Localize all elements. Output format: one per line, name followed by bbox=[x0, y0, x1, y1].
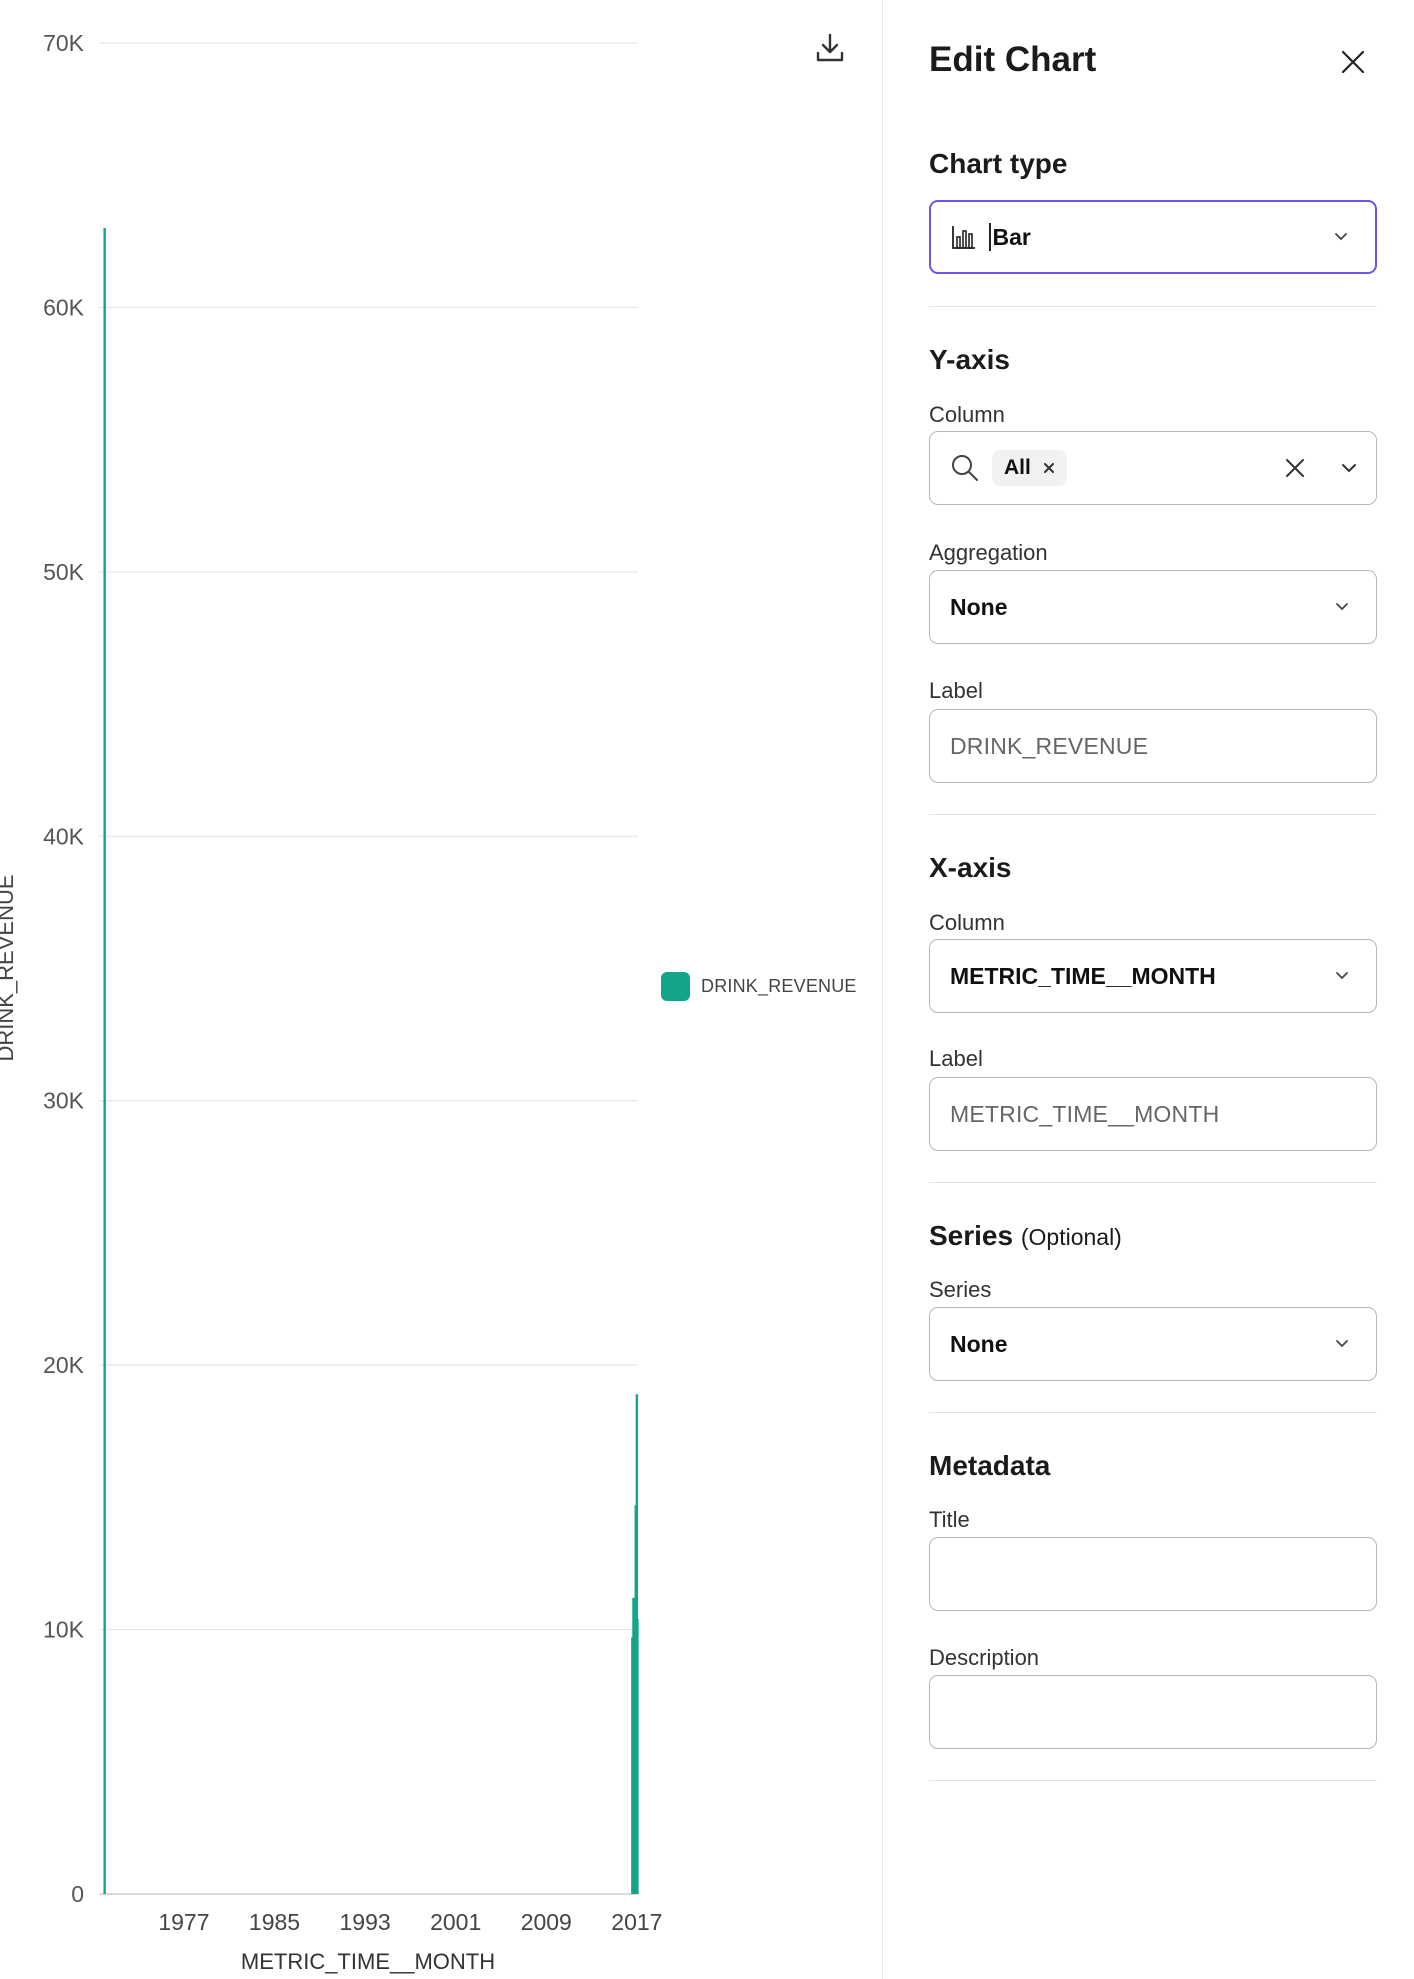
edit-chart-panel: Edit Chart Chart type Bar Y-axis Column … bbox=[882, 0, 1414, 1979]
download-icon bbox=[816, 33, 844, 62]
y-column-label: Column bbox=[929, 402, 1005, 427]
chart-type-select[interactable]: Bar bbox=[929, 200, 1377, 274]
legend-label: DRINK_REVENUE bbox=[701, 976, 857, 996]
title-label: Title bbox=[929, 1507, 970, 1532]
series-heading: Series (Optional) bbox=[929, 1220, 1122, 1252]
x-column-select[interactable]: METRIC_TIME__MONTH bbox=[929, 939, 1377, 1013]
x-column-value: METRIC_TIME__MONTH bbox=[950, 962, 1216, 989]
close-icon bbox=[1341, 50, 1365, 74]
y-label-label: Label bbox=[929, 678, 983, 703]
panel-title: Edit Chart bbox=[929, 40, 1097, 79]
legend-swatch bbox=[661, 972, 690, 1001]
divider bbox=[929, 306, 1377, 307]
x-label-placeholder: METRIC_TIME__MONTH bbox=[950, 1100, 1220, 1127]
chevron-down-icon bbox=[1336, 603, 1348, 611]
y-tick-label: 60K bbox=[43, 294, 85, 320]
y-tick-label: 40K bbox=[43, 823, 85, 849]
chevron-down-icon bbox=[1336, 1340, 1348, 1348]
chevron-down-icon bbox=[1336, 972, 1348, 980]
clear-icon[interactable] bbox=[1284, 457, 1306, 479]
x-column-label: Column bbox=[929, 910, 1005, 935]
x-label-label: Label bbox=[929, 1046, 983, 1071]
divider bbox=[929, 814, 1377, 815]
chart-type-heading: Chart type bbox=[929, 148, 1068, 179]
x-tick-label: 1985 bbox=[249, 1909, 300, 1935]
y-label-placeholder: DRINK_REVENUE bbox=[950, 732, 1149, 759]
column-chip-label: All bbox=[1004, 456, 1031, 479]
bar bbox=[103, 228, 106, 1895]
text-cursor bbox=[989, 223, 991, 251]
series-optional-tag: (Optional) bbox=[1020, 1224, 1122, 1250]
chart-area: 0 10K 20K 30K 40K 50K 60K 70K 1977 1985 1993 2001 20… bbox=[0, 0, 882, 1979]
y-axis-heading: Y-axis bbox=[929, 344, 1010, 375]
series-value: None bbox=[950, 1330, 1008, 1357]
series-select[interactable]: None bbox=[929, 1307, 1377, 1381]
close-button[interactable] bbox=[1333, 42, 1373, 82]
title-input[interactable] bbox=[929, 1537, 1377, 1611]
y-tick-label: 20K bbox=[43, 1352, 85, 1378]
x-tick-label: 2001 bbox=[430, 1909, 481, 1935]
y-label-input[interactable]: DRINK_REVENUE bbox=[929, 709, 1377, 783]
bar-chart-icon bbox=[952, 226, 975, 249]
y-column-select[interactable]: All bbox=[929, 431, 1377, 505]
divider bbox=[929, 1182, 1377, 1183]
metadata-heading: Metadata bbox=[929, 1450, 1051, 1481]
y-tick-label: 10K bbox=[43, 1617, 85, 1643]
aggregation-select[interactable]: None bbox=[929, 570, 1377, 644]
download-button[interactable] bbox=[808, 26, 852, 70]
x-label-input[interactable]: METRIC_TIME__MONTH bbox=[929, 1077, 1377, 1151]
series-heading-text: Series bbox=[929, 1220, 1014, 1251]
x-tick-label: 1993 bbox=[340, 1909, 391, 1935]
y-tick-label: 50K bbox=[43, 559, 85, 585]
chart-legend: DRINK_REVENUE bbox=[661, 972, 857, 1001]
divider bbox=[929, 1412, 1377, 1413]
x-axis-heading: X-axis bbox=[929, 852, 1012, 883]
chart-type-value: Bar bbox=[992, 223, 1031, 250]
chevron-down-icon bbox=[1335, 233, 1347, 241]
x-tick-label: 2009 bbox=[521, 1909, 572, 1935]
aggregation-value: None bbox=[950, 593, 1008, 620]
bar bbox=[636, 1618, 639, 1894]
x-tick-label: 1977 bbox=[158, 1909, 209, 1935]
series-label: Series bbox=[929, 1277, 992, 1302]
aggregation-label: Aggregation bbox=[929, 540, 1048, 565]
description-label: Description bbox=[929, 1645, 1040, 1670]
y-tick-label: 0 bbox=[71, 1881, 84, 1907]
x-axis-title: METRIC_TIME__MONTH bbox=[241, 1949, 495, 1974]
y-tick-label: 70K bbox=[43, 30, 85, 56]
y-tick-label: 30K bbox=[43, 1088, 85, 1114]
x-tick-label: 2017 bbox=[611, 1909, 662, 1935]
chip-remove-icon[interactable] bbox=[1043, 462, 1055, 474]
chevron-down-icon[interactable] bbox=[1340, 462, 1358, 474]
description-input[interactable] bbox=[929, 1675, 1377, 1749]
column-chip: All bbox=[992, 450, 1067, 486]
divider bbox=[929, 1780, 1377, 1781]
search-icon bbox=[952, 455, 978, 481]
y-axis-title: DRINK_REVENUE bbox=[0, 874, 18, 1061]
